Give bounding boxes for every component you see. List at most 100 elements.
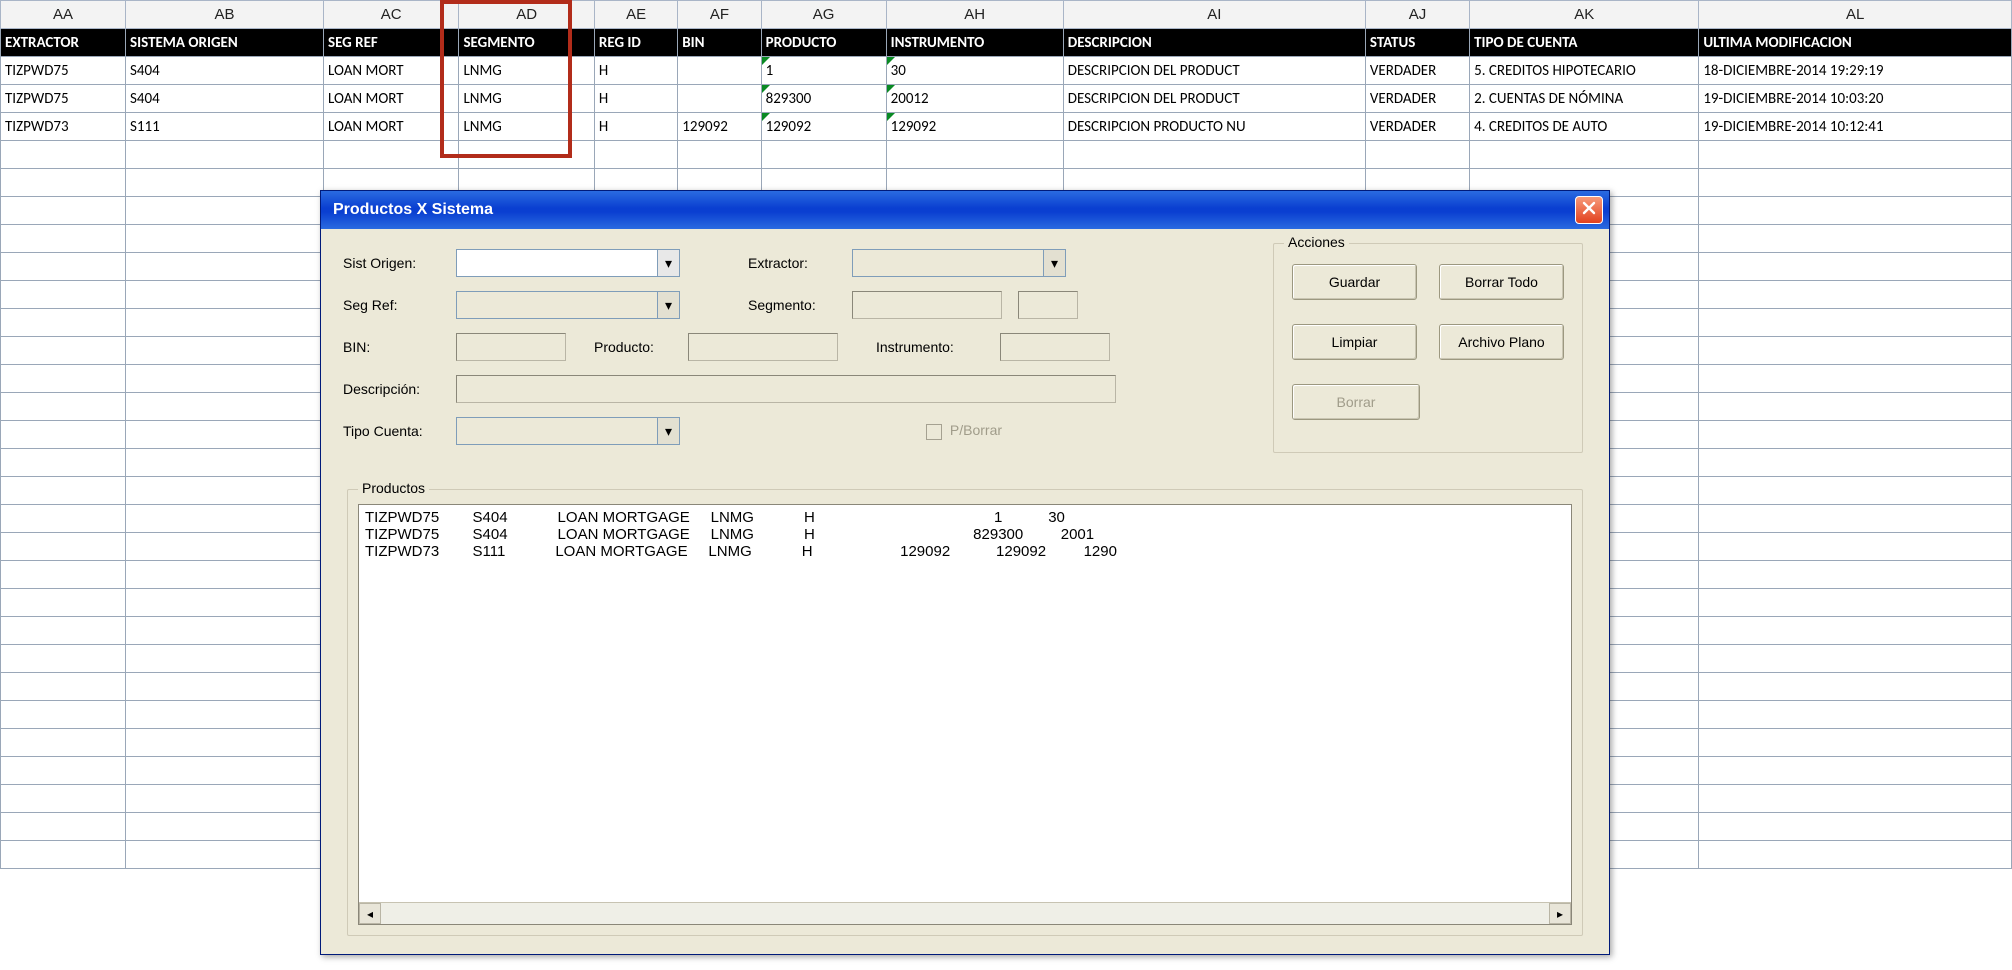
empty-row[interactable] [1,141,2012,169]
cell[interactable] [1,477,126,505]
cell[interactable] [1699,813,2012,841]
cell[interactable] [1,393,126,421]
cell[interactable] [126,309,324,337]
cell[interactable] [459,141,594,169]
cell[interactable]: TIZPWD75 [1,57,126,85]
cell[interactable]: DESCRIPCION PRODUCTO NU [1063,113,1365,141]
cell[interactable] [678,57,761,85]
cell[interactable] [126,645,324,673]
column-header-AK[interactable]: AK [1470,1,1699,29]
column-header-AJ[interactable]: AJ [1365,1,1469,29]
cell[interactable]: LOAN MORT [324,57,459,85]
cell[interactable]: TIZPWD73 [1,113,126,141]
cell[interactable] [1699,617,2012,645]
cell[interactable] [886,141,1063,169]
cell[interactable] [126,281,324,309]
cell[interactable] [1699,729,2012,757]
cell[interactable] [1,673,126,701]
column-header-AE[interactable]: AE [594,1,677,29]
cell[interactable] [1,841,126,869]
cell[interactable] [1,701,126,729]
cell[interactable] [126,813,324,841]
cell[interactable] [1470,141,1699,169]
chevron-down-icon[interactable]: ▾ [657,250,679,276]
archivo-plano-button[interactable]: Archivo Plano [1439,324,1564,360]
cell[interactable] [594,141,677,169]
cell[interactable] [1,449,126,477]
cell[interactable]: VERDADER [1365,113,1469,141]
cell[interactable]: 30 [886,57,1063,85]
cell[interactable] [126,561,324,589]
cell[interactable]: S404 [126,57,324,85]
cell[interactable] [1699,393,2012,421]
cell[interactable] [126,365,324,393]
scroll-right-icon[interactable]: ▸ [1549,903,1571,924]
cell[interactable] [126,225,324,253]
cell[interactable]: DESCRIPCION DEL PRODUCT [1063,85,1365,113]
cell[interactable]: LNMG [459,113,594,141]
list-item[interactable]: TIZPWD75 S404 LOAN MORTGAGE LNMG H 82930… [365,526,1565,543]
data-row[interactable]: TIZPWD75S404LOAN MORTLNMGH82930020012DES… [1,85,2012,113]
cell[interactable] [1699,645,2012,673]
cell[interactable] [678,85,761,113]
cell[interactable]: 19-DICIEMBRE-2014 10:12:41 [1699,113,2012,141]
column-header-AH[interactable]: AH [886,1,1063,29]
dialog-titlebar[interactable]: Productos X Sistema [321,191,1609,229]
data-row[interactable]: TIZPWD73S111LOAN MORTLNMGH12909212909212… [1,113,2012,141]
cell[interactable] [1699,785,2012,813]
cell[interactable] [1,365,126,393]
cell[interactable] [1699,505,2012,533]
cell[interactable] [1699,449,2012,477]
cell[interactable] [1,169,126,197]
cell[interactable]: 1 [761,57,886,85]
cell[interactable]: VERDADER [1365,85,1469,113]
close-button[interactable] [1575,196,1603,224]
cell[interactable] [126,169,324,197]
cell[interactable] [1,505,126,533]
sist-origen-input[interactable] [457,250,657,276]
cell[interactable] [1,757,126,785]
cell[interactable] [126,701,324,729]
cell[interactable] [126,393,324,421]
cell[interactable]: TIZPWD75 [1,85,126,113]
cell[interactable] [1699,589,2012,617]
cell[interactable]: VERDADER [1365,57,1469,85]
cell[interactable] [1699,673,2012,701]
column-header-AB[interactable]: AB [126,1,324,29]
cell[interactable]: S111 [126,113,324,141]
data-row[interactable]: TIZPWD75S404LOAN MORTLNMGH130DESCRIPCION… [1,57,2012,85]
cell[interactable]: 4. CREDITOS DE AUTO [1470,113,1699,141]
cell[interactable]: LNMG [459,85,594,113]
limpiar-button[interactable]: Limpiar [1292,324,1417,360]
cell[interactable] [1,225,126,253]
column-header-AC[interactable]: AC [324,1,459,29]
cell[interactable] [126,729,324,757]
cell[interactable]: H [594,57,677,85]
cell[interactable] [1699,197,2012,225]
cell[interactable] [1,337,126,365]
cell[interactable]: 5. CREDITOS HIPOTECARIO [1470,57,1699,85]
cell[interactable]: H [594,113,677,141]
cell[interactable] [1,197,126,225]
cell[interactable] [1699,421,2012,449]
cell[interactable] [126,337,324,365]
cell[interactable] [1,281,126,309]
cell[interactable] [126,449,324,477]
column-header-AF[interactable]: AF [678,1,761,29]
cell[interactable]: LOAN MORT [324,113,459,141]
productos-listbox[interactable]: TIZPWD75 S404 LOAN MORTGAGE LNMG H 1 30T… [358,504,1572,925]
cell[interactable]: DESCRIPCION DEL PRODUCT [1063,57,1365,85]
cell[interactable] [1699,337,2012,365]
cell[interactable] [1699,533,2012,561]
cell[interactable] [126,589,324,617]
cell[interactable]: 20012 [886,85,1063,113]
cell[interactable] [1699,757,2012,785]
cell[interactable] [1,561,126,589]
cell[interactable] [1699,253,2012,281]
cell[interactable]: 129092 [886,113,1063,141]
column-header-AI[interactable]: AI [1063,1,1365,29]
cell[interactable] [126,785,324,813]
cell[interactable] [126,477,324,505]
cell[interactable] [126,505,324,533]
cell[interactable] [126,841,324,869]
